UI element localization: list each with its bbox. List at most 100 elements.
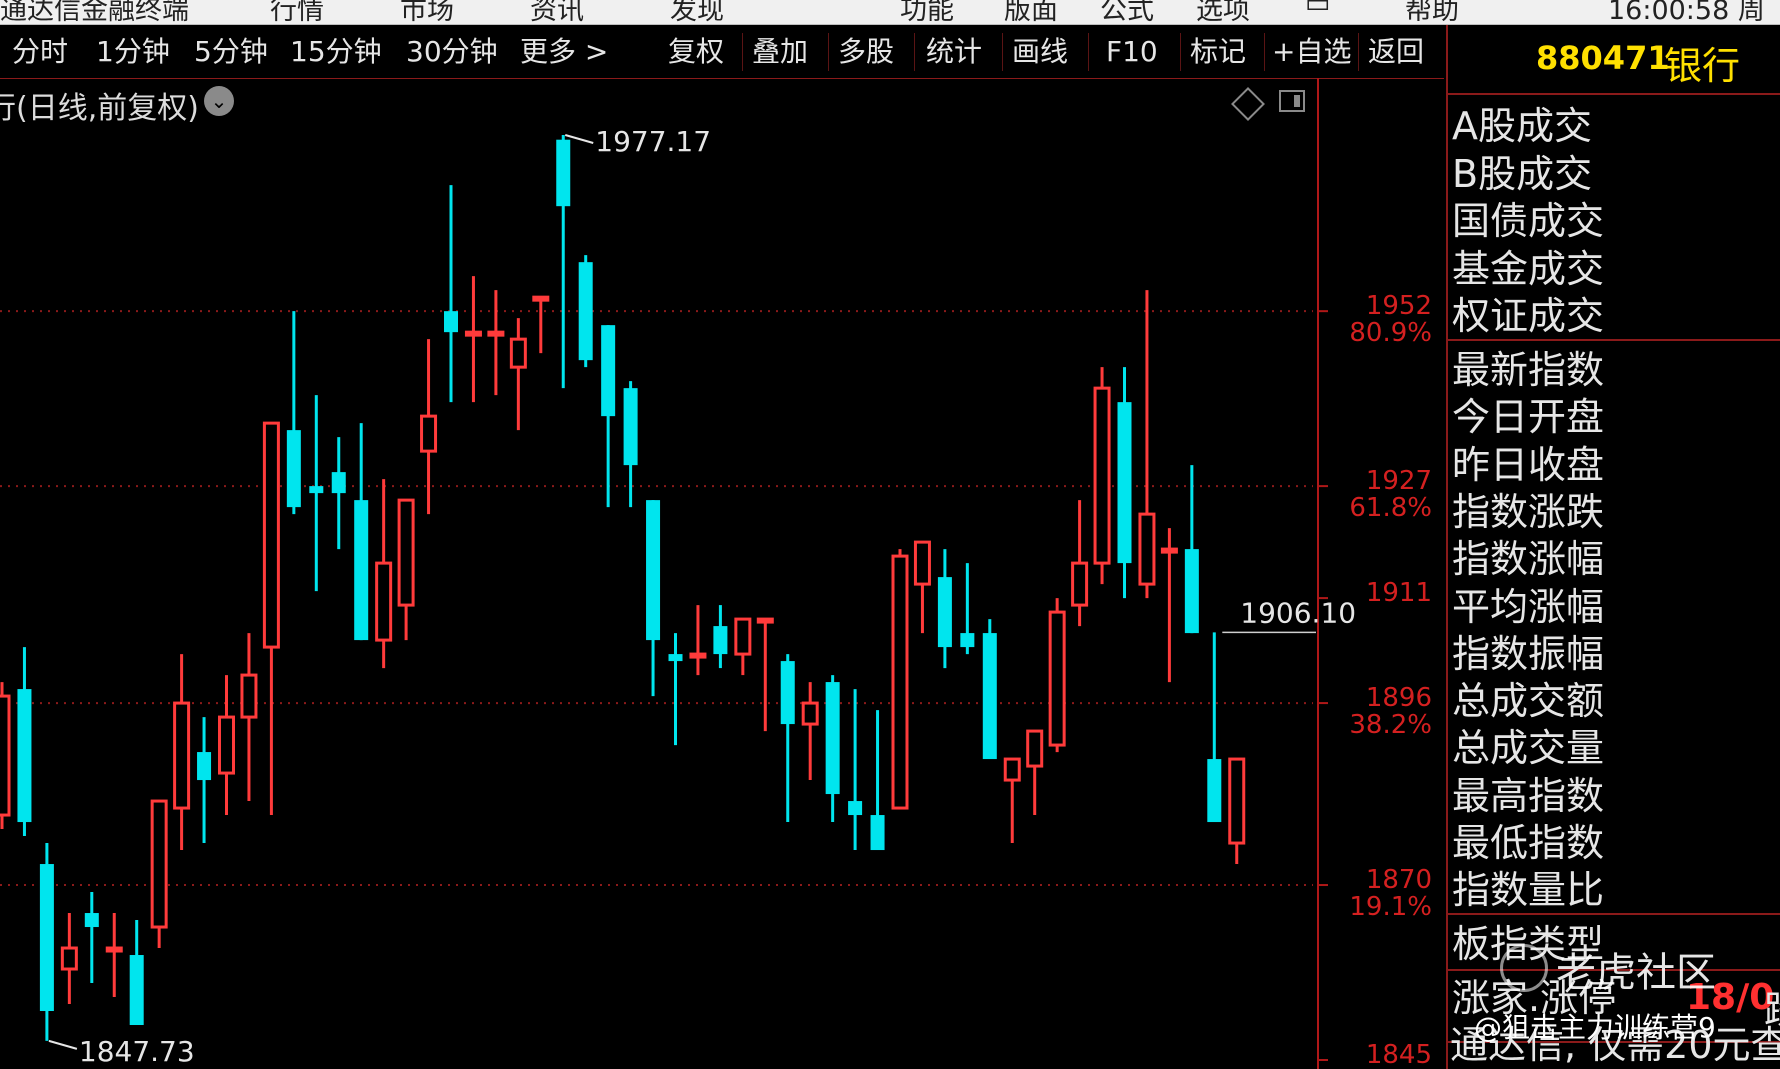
- candlestick-chart: 195280.9% 192761.8% 1911 189638.2% 187019.1%…: [0, 78, 1432, 1069]
- candle-body: [1003, 757, 1021, 782]
- y-tick-label: 1896: [1366, 683, 1432, 713]
- volume-row-label: 权证成交: [1452, 294, 1605, 338]
- candle-body: [623, 388, 638, 466]
- stat-row-label: 指数量比: [1452, 868, 1605, 913]
- candle-body: [397, 498, 415, 607]
- candle-body: [1048, 610, 1066, 747]
- candle-body: [354, 500, 369, 641]
- quote-panel: 880471 银行 A股成交 B股成交 国债成交 基金成交 权证成交 最新指数 今日开盘昨…: [1446, 25, 1780, 1069]
- candle-body: [870, 815, 885, 851]
- candle-body: [420, 414, 438, 453]
- divider: [1448, 339, 1780, 341]
- divider: [1448, 913, 1780, 915]
- candle-body: [937, 577, 952, 648]
- candle-body: [509, 337, 527, 369]
- stat-row-label: 总成交量: [1452, 726, 1605, 771]
- candle-body: [150, 799, 168, 929]
- candle-body: [60, 946, 78, 971]
- current-price-label: 1906.10: [1240, 596, 1356, 629]
- candle-body: [601, 325, 616, 417]
- y-tick-pct: 19.1%: [1349, 892, 1432, 922]
- candle-body: [375, 561, 393, 642]
- y-tick-pct: 61.8%: [1349, 493, 1432, 523]
- candle-body: [668, 654, 683, 662]
- watermark-site: 老虎社区: [1556, 950, 1716, 996]
- candle-body: [173, 701, 191, 810]
- candle-body: [444, 311, 458, 333]
- y-tick-label: 1952: [1366, 291, 1432, 321]
- candle-body: [129, 955, 144, 1026]
- panel-toggle-icon[interactable]: [1279, 90, 1305, 112]
- index-code: 880471: [1536, 39, 1670, 77]
- candle-body: [1093, 386, 1111, 565]
- volume-row-label: 国债成交: [1452, 199, 1605, 243]
- candle-body: [1228, 757, 1246, 845]
- index-name: 银行: [1664, 44, 1741, 88]
- chart-title: 行(日线,前复权): [0, 91, 199, 126]
- candle-body: [309, 486, 324, 494]
- candle-body: [1138, 512, 1156, 586]
- candle-body: [1071, 561, 1089, 607]
- candle-body: [532, 295, 550, 302]
- y-tick-pct: 38.2%: [1349, 710, 1432, 740]
- stat-row-label: 今日开盘: [1452, 395, 1605, 440]
- candle-body: [0, 694, 11, 817]
- candle-body: [105, 946, 123, 953]
- candle-body: [1184, 549, 1199, 634]
- volume-row-label: B股成交: [1452, 151, 1593, 196]
- candle-body: [1026, 729, 1044, 768]
- candle-body: [464, 330, 482, 337]
- candle-body: [578, 262, 593, 361]
- candle-body: [331, 472, 346, 494]
- candle-body: [825, 682, 840, 795]
- stat-row-label: 最低指数: [1452, 821, 1605, 865]
- candle-body: [891, 554, 909, 810]
- candle-body: [713, 626, 728, 655]
- stat-row-label: 指数振幅: [1452, 631, 1605, 676]
- watermark-logo-icon: [1500, 944, 1548, 992]
- y-tick-pct: 80.9%: [1349, 318, 1432, 348]
- candle-body: [1160, 547, 1178, 554]
- stat-row-label: 指数涨跌: [1452, 489, 1605, 534]
- candle-body: [756, 617, 774, 624]
- candle-body: [646, 500, 661, 641]
- y-tick-label: 1927: [1366, 466, 1432, 496]
- stat-row-label: 昨日收盘: [1452, 442, 1605, 487]
- candle-body: [848, 801, 863, 816]
- top-menu-item[interactable]: 16:00:58 周: [1608, 0, 1765, 24]
- candle-body: [689, 652, 707, 659]
- stat-row-label: 最高指数: [1452, 773, 1605, 818]
- stat-row-label: 平均涨幅: [1452, 584, 1605, 629]
- candle-body: [39, 864, 54, 1012]
- y-tick-label: 1845: [1366, 1040, 1432, 1069]
- stat-row-label: 总成交额: [1452, 679, 1605, 724]
- candle-body: [556, 139, 571, 207]
- candle-body: [734, 617, 752, 656]
- candle-body: [913, 540, 931, 586]
- candle-body: [218, 715, 235, 775]
- chevron-down-icon[interactable]: ⌄: [204, 86, 234, 116]
- candle-body: [780, 661, 795, 725]
- extreme-value-label: 1847.73: [79, 1035, 195, 1068]
- volume-row-label: 基金成交: [1452, 246, 1605, 291]
- candle-body: [960, 633, 975, 648]
- candle-body: [801, 701, 819, 726]
- y-tick-label: 1870: [1366, 865, 1432, 895]
- candle-body: [1117, 402, 1132, 564]
- candle-body: [1207, 759, 1222, 823]
- candle-body: [982, 633, 997, 760]
- annotation-pointer: [48, 1039, 78, 1050]
- candle-body: [262, 421, 280, 649]
- stat-row-label: 最新指数: [1452, 348, 1605, 392]
- candle-body: [286, 430, 301, 508]
- candle-body: [17, 689, 32, 823]
- candle-body: [487, 330, 505, 337]
- extreme-value-label: 1977.17: [595, 125, 711, 158]
- y-tick-label: 1911: [1366, 578, 1432, 608]
- candle-body: [197, 752, 212, 781]
- panel-header: 880471 银行: [1448, 25, 1780, 95]
- candle-body: [240, 673, 258, 719]
- candle-body: [84, 913, 99, 928]
- volume-row-label: A股成交: [1452, 104, 1592, 148]
- stat-row-label: 指数涨幅: [1452, 537, 1605, 582]
